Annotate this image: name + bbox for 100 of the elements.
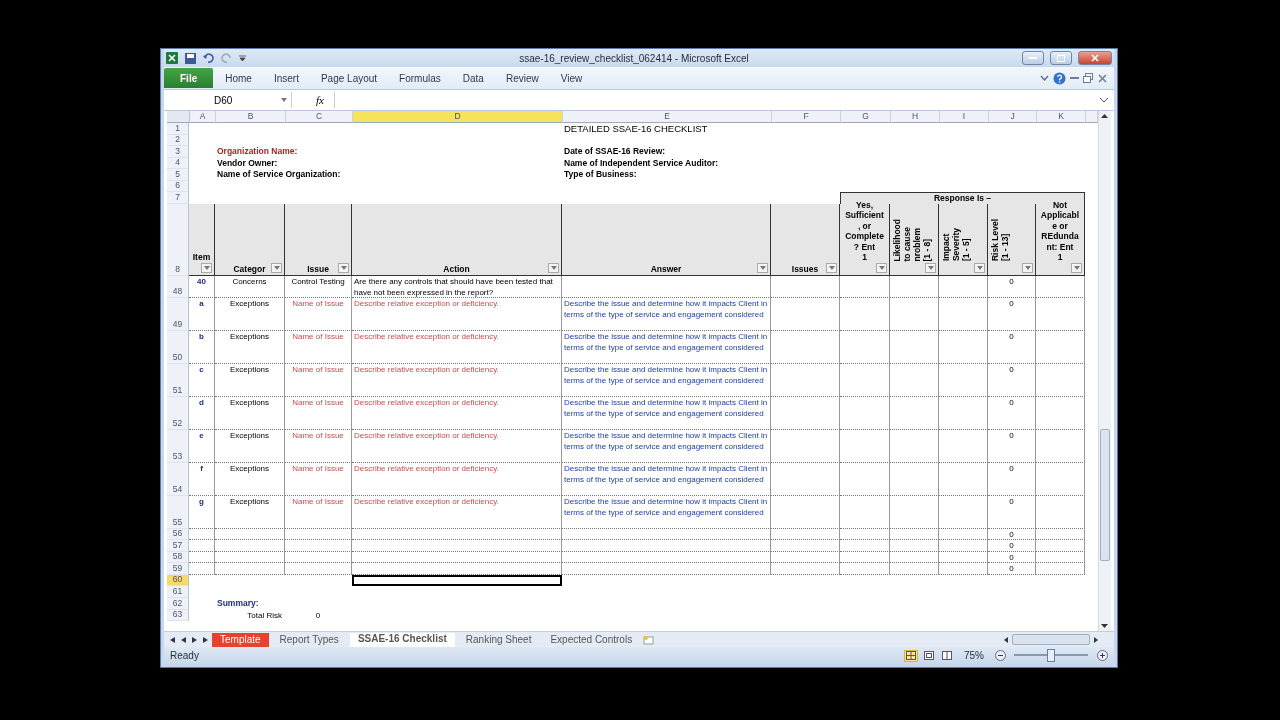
table-cell (215, 540, 285, 552)
ribbon-tab[interactable]: Home (215, 68, 262, 88)
sheet-tab[interactable]: Template (212, 632, 269, 647)
column-header-label[interactable]: J (989, 111, 1037, 123)
scroll-left-icon[interactable] (1002, 635, 1010, 644)
info-label: Organization Name: (217, 146, 298, 157)
normal-view-button[interactable] (904, 649, 918, 662)
column-header-label[interactable]: H (891, 111, 940, 123)
table-cell: Describe the issue and determine how it impacts Client in terms of the type of service and engagement considered (562, 396, 771, 430)
table-cell: c (189, 363, 215, 397)
table-cell (939, 429, 988, 463)
ribbon-tab[interactable]: Review (495, 68, 549, 88)
column-header-label[interactable]: D (353, 111, 563, 123)
table-cell (189, 540, 215, 552)
table-cell (1036, 297, 1085, 331)
page-layout-view-button[interactable] (922, 649, 936, 662)
table-cell (771, 528, 840, 540)
spreadsheet-logo-icon[interactable] (166, 52, 178, 64)
table-cell: 0 (988, 563, 1036, 575)
sheet-tab[interactable]: SSAE-16 Checklist (349, 632, 455, 647)
restore-window-icon[interactable] (1082, 72, 1094, 84)
sheet-tab[interactable]: Ranking Sheet (457, 632, 540, 647)
filter-dropdown-button[interactable] (548, 262, 559, 273)
column-header-label[interactable]: B (216, 111, 286, 123)
ribbon-tab[interactable]: Insert (263, 68, 309, 88)
table-cell (189, 528, 215, 540)
row-number: 50 (167, 330, 189, 364)
column-header-label[interactable]: G (841, 111, 891, 123)
filter-dropdown-button[interactable] (1071, 262, 1082, 273)
table-cell (939, 528, 988, 540)
ribbon-tab[interactable]: Page Layout (310, 68, 388, 88)
zoom-in-icon[interactable] (1096, 649, 1108, 662)
table-cell (939, 330, 988, 364)
ribbon-tab[interactable]: Data (452, 68, 494, 88)
column-header-label[interactable]: K (1037, 111, 1086, 123)
table-cell (939, 396, 988, 430)
close-workbook-icon[interactable] (1096, 72, 1108, 84)
filter-dropdown-button[interactable] (974, 262, 985, 273)
table-cell: 0 (988, 495, 1036, 529)
table-cell (771, 563, 840, 575)
caret-icon (340, 265, 347, 270)
column-header: Item (192, 252, 211, 263)
save-icon[interactable] (184, 52, 196, 64)
active-cell[interactable] (352, 574, 562, 586)
page-break-view-button[interactable] (940, 649, 954, 662)
scroll-right-icon[interactable] (1092, 635, 1100, 644)
ribbon-tab[interactable]: Formulas (389, 68, 451, 88)
customize-toolbar-icon[interactable] (238, 52, 246, 64)
table-cell: Exceptions (215, 429, 285, 463)
undo-icon[interactable] (202, 52, 214, 64)
minimize-button[interactable] (1022, 51, 1044, 65)
filter-dropdown-button[interactable] (271, 262, 282, 273)
table-cell: Name of Issue (285, 462, 352, 496)
table-cell (840, 462, 890, 496)
zoom-percentage[interactable]: 75% (958, 650, 990, 661)
help-icon[interactable] (1052, 71, 1066, 85)
table-cell: Describe the issue and determine how it impacts Client in terms of the type of service and engagement considered (562, 330, 771, 364)
table-cell: Name of Issue (285, 495, 352, 529)
info-label: Date of SSAE-16 Review: (564, 146, 666, 157)
table-cell: Name of Issue (285, 396, 352, 430)
horizontal-scrollbar[interactable] (1002, 634, 1100, 645)
filter-dropdown-button[interactable] (201, 262, 212, 273)
row-number: 3 (167, 146, 189, 158)
zoom-out-icon[interactable] (994, 649, 1006, 662)
file-tab[interactable]: File (164, 68, 214, 88)
sheet-tab[interactable]: Report Types (271, 632, 347, 647)
table-cell (939, 297, 988, 331)
table-cell (939, 551, 988, 563)
column-header-label[interactable]: F (772, 111, 841, 123)
column-header-label[interactable]: A (190, 111, 216, 123)
table-cell: Exceptions (215, 330, 285, 364)
column-header-label[interactable]: C (286, 111, 353, 123)
table-cell (771, 551, 840, 563)
close-button[interactable] (1078, 51, 1112, 65)
table-cell: Are there any controls that should have been tested that have not been expressed in the report? (352, 275, 562, 298)
table-cell (189, 563, 215, 575)
table-cell (771, 297, 840, 331)
ribbon-tab[interactable]: View (550, 68, 593, 88)
filter-dropdown-button[interactable] (925, 262, 936, 273)
insert-function-label[interactable]: fx (296, 94, 330, 106)
table-cell: Describe the issue and determine how it impacts Client in terms of the type of service and engagement considered (562, 429, 771, 463)
filter-dropdown-button[interactable] (1022, 262, 1033, 273)
table-cell (285, 551, 352, 563)
sheet-tab[interactable]: Expected Controls (542, 632, 641, 647)
filter-dropdown-button[interactable] (876, 262, 887, 273)
filter-dropdown-button[interactable] (757, 262, 768, 273)
column-header-label[interactable]: I (940, 111, 989, 123)
caret-icon (1073, 265, 1080, 270)
table-cell (939, 540, 988, 552)
table-cell (890, 528, 939, 540)
column-header-label[interactable]: E (563, 111, 772, 123)
zoom-slider-thumb[interactable] (1047, 649, 1055, 662)
filter-dropdown-button[interactable] (338, 262, 349, 273)
total-risk-value: 0 (314, 609, 322, 621)
vertical-scrollbar[interactable] (1098, 111, 1111, 631)
name-box[interactable]: D60 (164, 92, 292, 108)
table-cell (890, 363, 939, 397)
scroll-thumb[interactable] (1100, 429, 1110, 561)
maximize-button[interactable] (1050, 51, 1072, 65)
filter-dropdown-button[interactable] (826, 262, 837, 273)
